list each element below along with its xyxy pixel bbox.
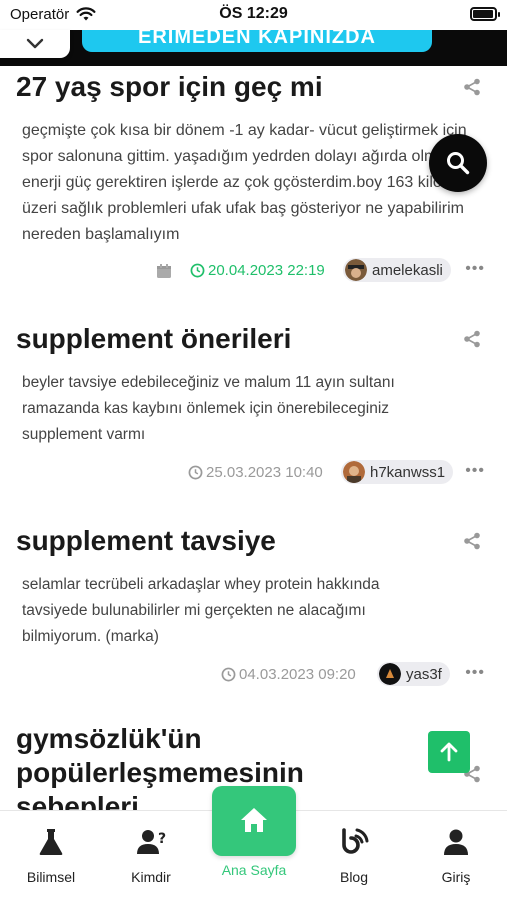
post-title[interactable]: supplement önerileri [16,322,436,356]
post-title[interactable]: 27 yaş spor için geç mi [16,70,436,104]
post-list: 27 yaş spor için geç mi geçmişte çok kıs… [0,66,507,810]
flask-icon [39,829,63,855]
nav-label: Blog [339,869,369,885]
calendar-icon [157,264,171,278]
post-date: 20.04.2023 22:19 [190,262,325,279]
home-icon [241,808,267,832]
post-date-text: 25.03.2023 10:40 [206,464,323,481]
post-title[interactable]: supplement tavsiye [16,524,436,558]
nav-giris[interactable]: Giriş [411,827,501,885]
nav-label: Giriş [441,869,471,885]
avatar [343,461,365,483]
more-options-icon[interactable]: ••• [465,664,485,682]
post-date: 25.03.2023 10:40 [188,464,323,481]
chevron-down-icon [26,38,44,49]
post-card: 27 yaş spor için geç mi geçmişte çok kıs… [0,66,507,306]
more-options-icon[interactable]: ••• [465,260,485,278]
nav-bilimsel[interactable]: Bilimsel [6,827,96,885]
user-name: yas3f [406,665,442,683]
nav-label-home[interactable]: Ana Sayfa [190,862,318,878]
share-icon[interactable] [463,330,481,348]
nav-blog[interactable]: Blog [309,827,399,885]
share-icon[interactable] [463,532,481,550]
avatar [345,259,367,281]
nav-kimdir[interactable]: ? Kimdir [106,827,196,885]
post-title[interactable]: gymsözlük'ün popülerleşmemesinin sebeple… [16,722,396,810]
more-options-icon[interactable]: ••• [465,462,485,480]
user-name: h7kanwss1 [370,463,446,481]
svg-text:?: ? [158,831,166,847]
blog-icon [342,828,369,854]
post-meta: 04.03.2023 09:20 yas3f ••• [0,662,507,688]
nav-label: Bilimsel [26,869,76,885]
post-meta: 25.03.2023 10:40 h7kanwss1 ••• [0,460,507,486]
post-body: beyler tavsiye edebileceğiniz ve malum 1… [22,374,395,443]
home-button[interactable] [212,786,296,856]
banner-text: ERİMEDEN KAPINIZDA [137,30,376,48]
collapse-banner-button[interactable] [0,30,70,58]
search-icon [447,152,470,175]
search-button[interactable] [429,134,487,192]
post-date: 04.03.2023 09:20 [221,666,356,683]
user-chip[interactable]: yas3f [377,662,450,686]
clock-icon [188,465,203,480]
clock-icon [221,667,236,682]
user-chip[interactable]: h7kanwss1 [341,460,454,484]
share-icon[interactable] [463,78,481,96]
post-date-text: 20.04.2023 22:19 [208,262,325,279]
promo-banner[interactable]: ERİMEDEN KAPINIZDA [0,30,507,66]
avatar [379,663,401,685]
user-question-icon: ? [137,830,166,854]
post-meta: 20.04.2023 22:19 amelekasli ••• [0,258,507,284]
battery-icon [470,7,500,21]
nav-label: Kimdir [131,869,171,885]
wifi-icon [76,7,96,21]
post-date-text: 04.03.2023 09:20 [239,666,356,683]
user-chip[interactable]: amelekasli [343,258,451,282]
user-icon [444,829,468,855]
arrow-up-icon [440,742,458,762]
post-body: selamlar tecrübeli arkadaşlar whey prote… [22,576,380,645]
status-bar: Operatör ÖS 12:29 [0,0,507,30]
post-body: geçmişte çok kısa bir dönem -1 ay kadar-… [22,122,481,243]
scroll-to-top-button[interactable] [428,731,470,773]
clock-icon [190,263,205,278]
user-name: amelekasli [372,261,443,279]
carrier-label: Operatör [10,6,70,23]
